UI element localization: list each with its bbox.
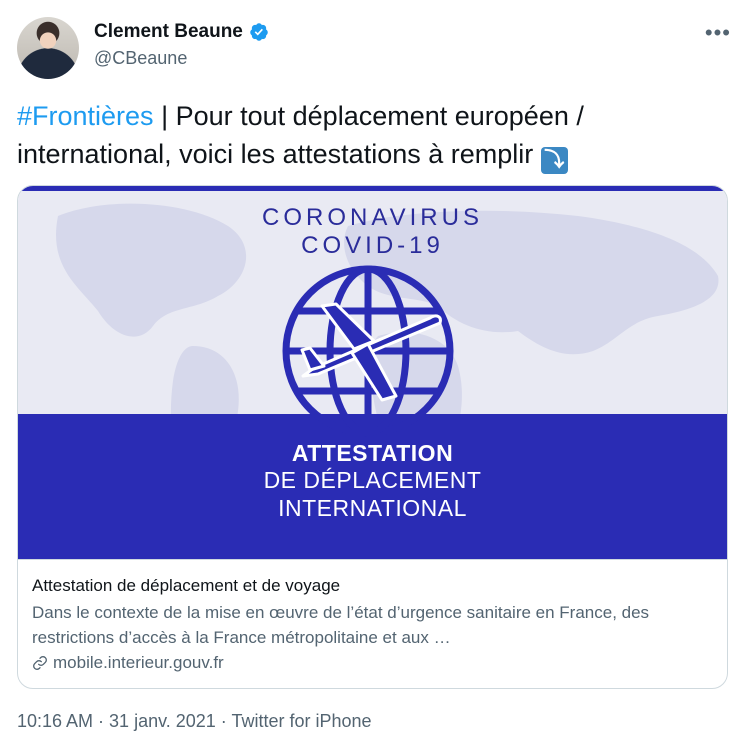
hashtag-link[interactable]: #Frontières bbox=[17, 101, 154, 131]
arrow-down-right-emoji: ⤵ bbox=[540, 147, 568, 174]
image-title-line1: CORONAVIRUS bbox=[262, 204, 483, 231]
card-domain: mobile.interieur.gouv.fr bbox=[53, 653, 224, 672]
card-description: Dans le contexte de la mise en œuvre de … bbox=[32, 603, 650, 647]
image-deplacement: DE DÉPLACEMENT bbox=[263, 467, 482, 493]
link-icon bbox=[33, 656, 47, 670]
display-name[interactable]: Clement Beaune bbox=[94, 21, 243, 43]
tweet-timestamp[interactable]: 10:16 AM · 31 janv. 2021 · Twitter for i… bbox=[17, 711, 372, 732]
card-meta[interactable]: Attestation de déplacement et de voyage … bbox=[18, 559, 727, 688]
verified-badge-icon bbox=[250, 23, 268, 41]
image-title-line2: COVID-19 bbox=[301, 232, 444, 259]
more-options-icon[interactable]: ••• bbox=[705, 22, 731, 44]
card-image[interactable]: CORONAVIRUS COVID-19 ATTESTATION DE DÉPL… bbox=[18, 186, 727, 559]
author-handle[interactable]: @CBeaune bbox=[94, 48, 187, 69]
avatar[interactable] bbox=[17, 17, 79, 79]
author-name-row: Clement Beaune bbox=[94, 21, 269, 43]
card-title[interactable]: Attestation de déplacement et de voyage bbox=[32, 574, 713, 598]
link-card[interactable]: CORONAVIRUS COVID-19 ATTESTATION DE DÉPL… bbox=[17, 185, 728, 689]
tweet: Clement Beaune @CBeaune ••• #Frontières … bbox=[0, 0, 745, 749]
image-attestation: ATTESTATION bbox=[291, 440, 454, 466]
image-international: INTERNATIONAL bbox=[278, 495, 467, 521]
card-domain-row[interactable]: mobile.interieur.gouv.fr bbox=[32, 651, 713, 675]
tweet-text: #Frontières | Pour tout déplacement euro… bbox=[17, 97, 732, 174]
